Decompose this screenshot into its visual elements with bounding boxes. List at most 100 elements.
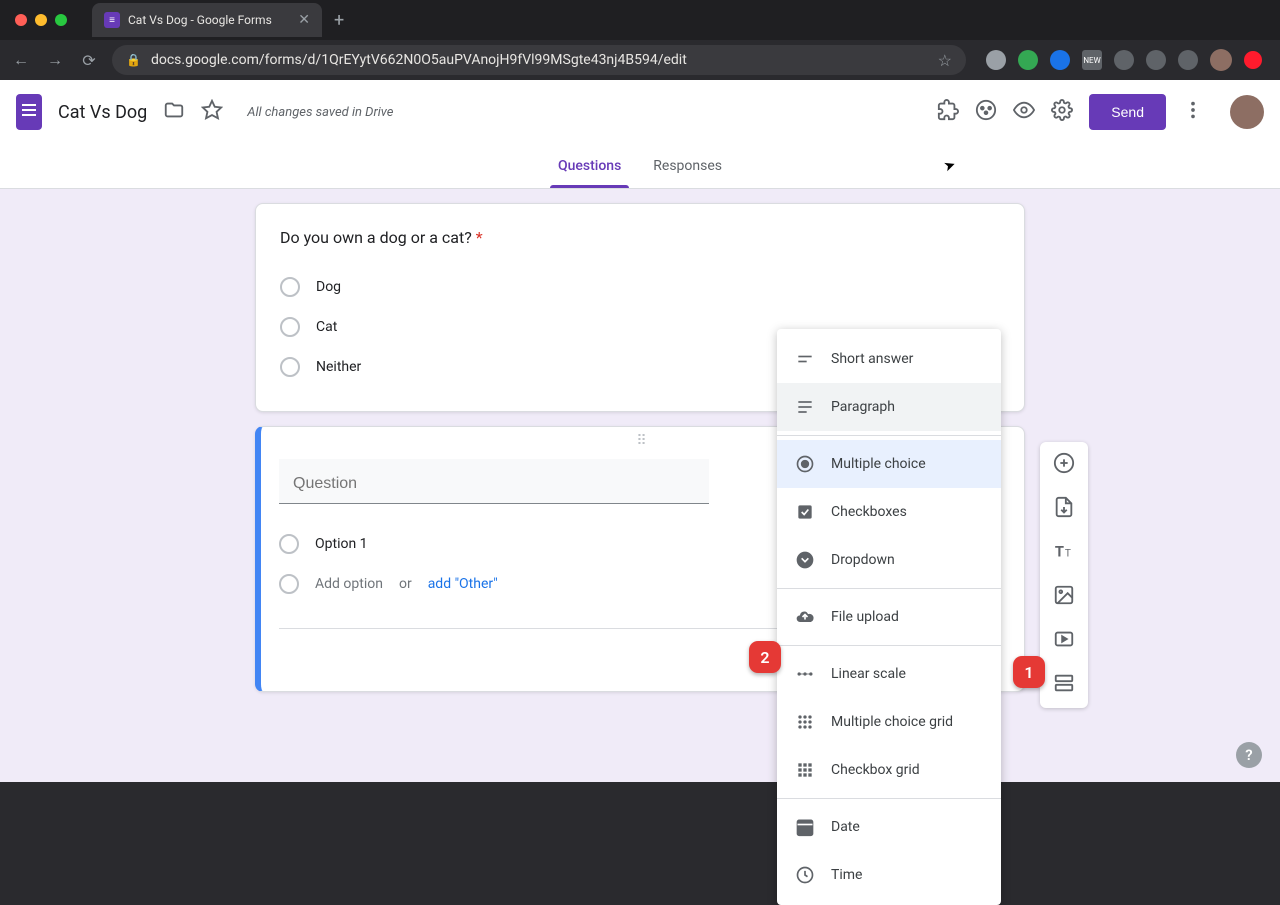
save-status: All changes saved in Drive: [247, 105, 393, 120]
add-section-button[interactable]: [1053, 672, 1075, 698]
lock-icon: 🔒: [126, 53, 141, 67]
form-canvas: Do you own a dog or a cat?* Dog Cat Neit…: [0, 189, 1280, 782]
menu-divider: [777, 435, 1001, 436]
menu-divider: [777, 645, 1001, 646]
menu-divider: [777, 798, 1001, 799]
address-bar[interactable]: 🔒 docs.google.com/forms/d/1QrEYytV662N0O…: [112, 45, 966, 75]
more-button[interactable]: [1182, 99, 1204, 126]
option-label[interactable]: Option 1: [315, 536, 368, 552]
option-label: Dog: [316, 279, 341, 295]
file-upload-icon: [795, 607, 815, 627]
account-avatar[interactable]: [1230, 95, 1264, 129]
menu-item-short-answer[interactable]: Short answer: [777, 335, 1001, 383]
drag-handle-icon[interactable]: ⠿: [636, 433, 648, 449]
back-button[interactable]: ←: [10, 50, 32, 70]
menu-item-date[interactable]: Date: [777, 803, 1001, 851]
tab-bar: ≡ Cat Vs Dog - Google Forms ✕ +: [0, 0, 1280, 40]
import-questions-button[interactable]: [1053, 496, 1075, 522]
extension-icon[interactable]: [1018, 50, 1038, 70]
extension-icon[interactable]: [1178, 50, 1198, 70]
svg-text:T: T: [1065, 549, 1071, 560]
app-header: Cat Vs Dog All changes saved in Drive Se…: [0, 80, 1280, 144]
cb-grid-icon: [795, 760, 815, 780]
radio-icon: [280, 277, 300, 297]
forward-button[interactable]: →: [44, 50, 66, 70]
menu-item-dropdown[interactable]: Dropdown: [777, 536, 1001, 584]
url-text: docs.google.com/forms/d/1QrEYytV662N0O5a…: [151, 52, 687, 68]
settings-button[interactable]: [1051, 99, 1073, 126]
maximize-window-button[interactable]: [55, 14, 67, 26]
time-icon: [795, 865, 815, 885]
extension-icon[interactable]: [986, 50, 1006, 70]
menu-item-checkboxes[interactable]: Checkboxes: [777, 488, 1001, 536]
menu-item-cb-grid[interactable]: Checkbox grid: [777, 746, 1001, 794]
move-to-folder-button[interactable]: [163, 99, 185, 126]
browser-badge-icon[interactable]: [1244, 51, 1262, 69]
dropdown-icon: [795, 550, 815, 570]
close-window-button[interactable]: [15, 14, 27, 26]
menu-item-multiple-choice[interactable]: Multiple choice: [777, 440, 1001, 488]
option-row: Dog: [280, 267, 1000, 307]
option-label: Cat: [316, 319, 337, 335]
star-button[interactable]: [201, 99, 223, 126]
close-tab-icon[interactable]: ✕: [298, 12, 310, 28]
question-input[interactable]: [279, 459, 709, 504]
help-button[interactable]: ?: [1236, 742, 1262, 768]
tab-title: Cat Vs Dog - Google Forms: [128, 13, 290, 27]
radio-icon: [280, 357, 300, 377]
svg-text:T: T: [1055, 543, 1064, 561]
menu-item-file-upload[interactable]: File upload: [777, 593, 1001, 641]
tabs-row: Questions Responses: [0, 144, 1280, 189]
linear-scale-icon: [795, 664, 815, 684]
or-label: or: [399, 576, 412, 592]
send-button[interactable]: Send: [1089, 94, 1166, 130]
menu-divider: [777, 588, 1001, 589]
question-type-menu: Short answer Paragraph Multiple choice C…: [777, 329, 1001, 905]
browser-tab[interactable]: ≡ Cat Vs Dog - Google Forms ✕: [92, 3, 322, 37]
new-tab-button[interactable]: +: [334, 10, 344, 31]
annotation-badge-1: 1: [1013, 656, 1045, 688]
customize-theme-button[interactable]: [975, 99, 997, 126]
checkboxes-icon: [795, 502, 815, 522]
question-title: Do you own a dog or a cat?*: [280, 228, 1000, 247]
browser-chrome: ≡ Cat Vs Dog - Google Forms ✕ + ← → ⟳ 🔒 …: [0, 0, 1280, 80]
preview-button[interactable]: [1013, 99, 1035, 126]
minimize-window-button[interactable]: [35, 14, 47, 26]
add-question-button[interactable]: [1053, 452, 1075, 478]
add-image-button[interactable]: [1053, 584, 1075, 610]
addons-button[interactable]: [937, 99, 959, 126]
reload-button[interactable]: ⟳: [78, 51, 100, 70]
multiple-choice-icon: [795, 454, 815, 474]
forms-favicon-icon: ≡: [104, 12, 120, 28]
extension-icon[interactable]: [1114, 50, 1134, 70]
mc-grid-icon: [795, 712, 815, 732]
window-controls: [0, 14, 82, 26]
radio-icon: [279, 574, 299, 594]
bookmark-star-icon[interactable]: ☆: [938, 51, 952, 70]
add-option-label[interactable]: Add option: [315, 576, 383, 592]
extension-icon[interactable]: [1050, 50, 1070, 70]
required-star-icon: *: [476, 228, 483, 247]
option-label: Neither: [316, 359, 361, 375]
add-other-link[interactable]: add "Other": [428, 576, 498, 592]
extension-icon[interactable]: [1146, 50, 1166, 70]
profile-avatar-icon[interactable]: [1210, 49, 1232, 71]
menu-item-mc-grid[interactable]: Multiple choice grid: [777, 698, 1001, 746]
annotation-badge-2: 2: [749, 641, 781, 673]
radio-icon: [280, 317, 300, 337]
app: Cat Vs Dog All changes saved in Drive Se…: [0, 80, 1280, 777]
menu-item-time[interactable]: Time: [777, 851, 1001, 899]
side-toolbar: TT: [1040, 442, 1088, 708]
menu-item-paragraph[interactable]: Paragraph: [777, 383, 1001, 431]
date-icon: [795, 817, 815, 837]
add-title-button[interactable]: TT: [1053, 540, 1075, 566]
short-answer-icon: [795, 349, 815, 369]
menu-item-linear-scale[interactable]: Linear scale: [777, 650, 1001, 698]
forms-logo-icon[interactable]: [16, 94, 42, 130]
tab-questions[interactable]: Questions: [542, 144, 637, 188]
tab-responses[interactable]: Responses: [637, 144, 738, 188]
add-video-button[interactable]: [1053, 628, 1075, 654]
form-title[interactable]: Cat Vs Dog: [58, 102, 147, 123]
extension-icon[interactable]: NEW: [1082, 50, 1102, 70]
url-bar: ← → ⟳ 🔒 docs.google.com/forms/d/1QrEYytV…: [0, 40, 1280, 80]
